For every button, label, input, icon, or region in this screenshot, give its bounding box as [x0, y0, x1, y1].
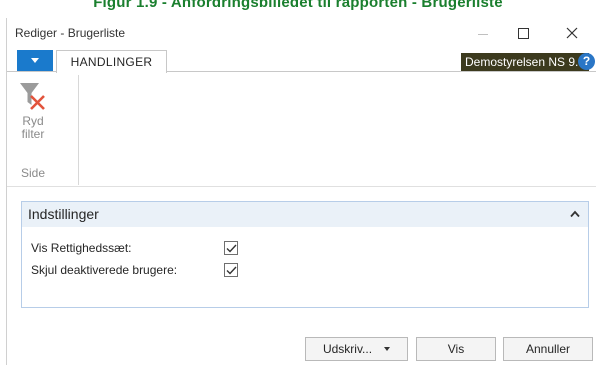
- dropdown-arrow-icon: [384, 347, 391, 351]
- skjul-deaktiverede-checkbox[interactable]: [224, 263, 238, 277]
- figure-caption: Figur 1.9 - Anfordringsbilledet til rapp…: [0, 0, 596, 16]
- vis-rettighedssaet-checkbox[interactable]: [224, 241, 238, 255]
- clear-filter-button[interactable]: Ryd filter: [11, 75, 55, 165]
- view-button-label: Vis: [447, 342, 465, 356]
- field-row-vis-rettighedssaet: Vis Rettighedssæt:: [22, 238, 588, 260]
- fasttab-header[interactable]: Indstillinger: [22, 202, 588, 227]
- print-button-label: Udskriv...: [322, 342, 373, 356]
- options-fasttab: Indstillinger Vis Rettighedssæt: Skjul d…: [21, 201, 589, 308]
- print-button[interactable]: Udskriv...: [305, 337, 408, 361]
- figure-caption-text: Figur 1.9 - Anfordringsbilledet til rapp…: [93, 0, 503, 11]
- clear-filter-label: Ryd filter: [21, 114, 45, 141]
- minimize-button[interactable]: [464, 18, 502, 48]
- field-label: Vis Rettighedssæt:: [31, 241, 132, 255]
- ribbon-body: Ryd filter Side: [7, 73, 596, 187]
- clear-filter-icon: [20, 83, 45, 110]
- triangle-down-icon: [31, 58, 39, 63]
- field-row-skjul-deaktiverede: Skjul deaktiverede brugere:: [22, 260, 588, 282]
- field-label: Skjul deaktiverede brugere:: [31, 263, 178, 277]
- maximize-button[interactable]: [504, 18, 542, 48]
- cancel-button[interactable]: Annuller: [503, 337, 593, 361]
- close-icon: [566, 27, 578, 39]
- cancel-button-label: Annuller: [525, 342, 571, 356]
- minimize-icon: [478, 33, 488, 35]
- tab-handlinger-label: HANDLINGER: [70, 55, 153, 69]
- checkmark-icon: [226, 266, 237, 275]
- tab-handlinger[interactable]: HANDLINGER: [56, 50, 167, 73]
- window-title: Rediger - Brugerliste: [15, 26, 126, 40]
- ribbon-tab-bar: HANDLINGER Demostyrelsen NS 9.5 ?: [7, 48, 596, 73]
- close-button[interactable]: [553, 18, 591, 48]
- ribbon-group-side: Ryd filter Side: [11, 75, 79, 185]
- help-icon[interactable]: ?: [578, 53, 595, 70]
- chevron-up-icon[interactable]: [570, 210, 580, 218]
- checkmark-icon: [226, 244, 237, 253]
- dialog-window: Rediger - Brugerliste HANDLINGER Demosty…: [6, 18, 596, 365]
- title-bar: Rediger - Brugerliste: [7, 18, 596, 48]
- company-badge: Demostyrelsen NS 9.5: [461, 53, 590, 71]
- view-button[interactable]: Vis: [416, 337, 496, 361]
- fasttab-title: Indstillinger: [28, 206, 99, 222]
- ribbon-menu-button[interactable]: [17, 50, 53, 71]
- maximize-icon: [517, 27, 529, 39]
- ribbon-group-label: Side: [20, 166, 46, 180]
